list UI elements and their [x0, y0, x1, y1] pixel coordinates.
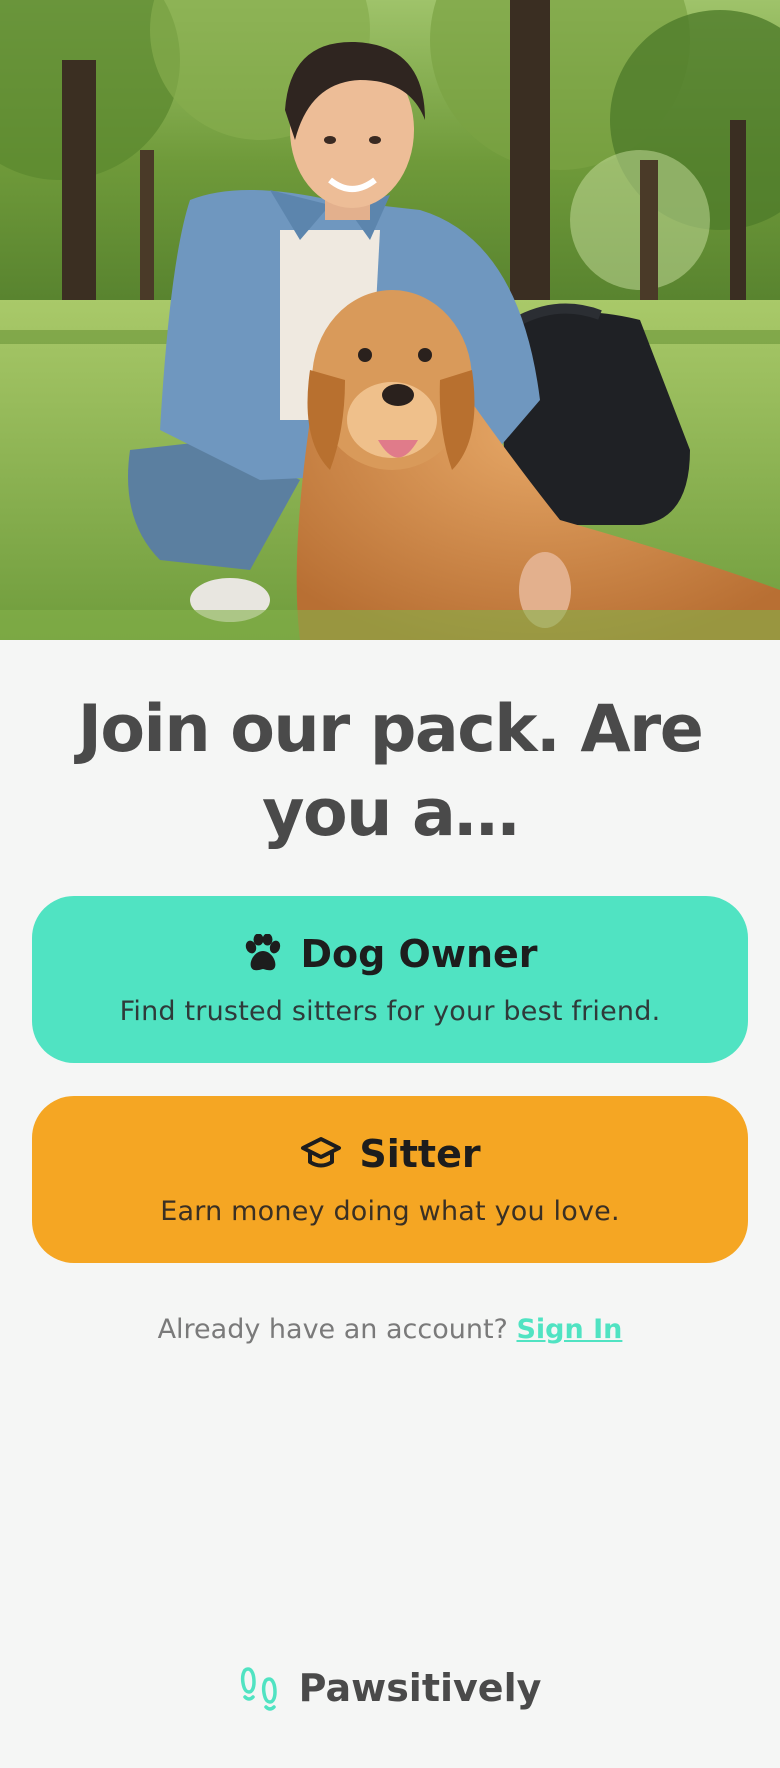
- signin-prompt-line: Already have an account? Sign In: [0, 1314, 780, 1345]
- sitter-title: Sitter: [359, 1132, 481, 1176]
- signup-role-screen: Join our pack. Are you a… Dog Owner Find…: [0, 0, 780, 1768]
- dog-owner-description: Find trusted sitters for your best frien…: [119, 996, 661, 1027]
- page-title: Join our pack. Are you a…: [77, 692, 704, 851]
- signin-prompt: Already have an account?: [157, 1314, 508, 1345]
- sitter-title-row: Sitter: [32, 1130, 748, 1178]
- dog-owner-option-button[interactable]: Dog Owner Find trusted sitters for your …: [32, 896, 748, 1063]
- hero-illustration: [0, 0, 780, 640]
- dog-owner-title: Dog Owner: [300, 932, 538, 976]
- sitter-option-button[interactable]: Sitter Earn money doing what you love.: [32, 1096, 748, 1263]
- dog-owner-title-row: Dog Owner: [32, 930, 748, 978]
- sitter-description: Earn money doing what you love.: [160, 1196, 620, 1227]
- brand-footer: Pawsitively: [0, 1665, 780, 1711]
- graduation-cap-icon: [299, 1135, 343, 1173]
- paw-icon: [242, 934, 284, 974]
- brand-name: Pawsitively: [298, 1666, 542, 1710]
- footprints-icon: [239, 1665, 281, 1711]
- sign-in-link[interactable]: Sign In: [516, 1314, 622, 1345]
- hero-photo: [0, 0, 780, 640]
